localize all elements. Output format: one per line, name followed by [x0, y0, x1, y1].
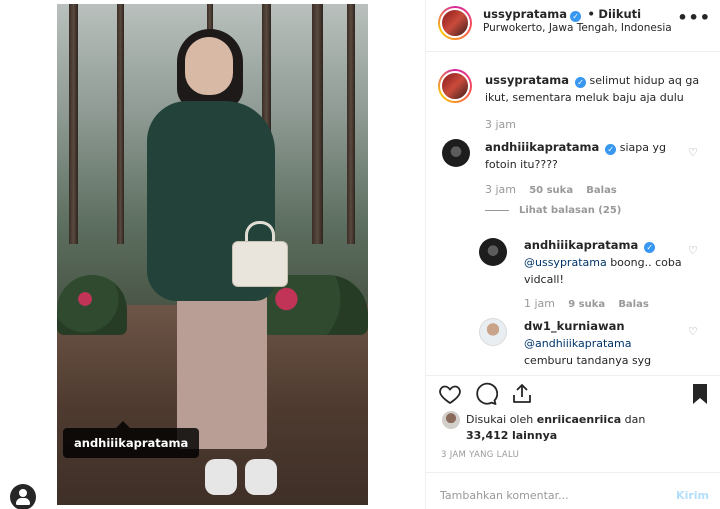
tree-trunk — [347, 4, 355, 244]
skirt — [177, 279, 267, 449]
replies-line — [485, 209, 509, 211]
send-comment-button[interactable]: Kirim — [676, 489, 709, 502]
add-comment-bar: Tambahkan komentar... Kirim — [426, 472, 720, 509]
reply-username[interactable]: andhiiikapratama — [524, 238, 638, 252]
post-details-panel: ussypratama ✓ • Diikuti Purwokerto, Jawa … — [425, 0, 720, 509]
post-timestamp[interactable]: 3 JAM YANG LALU — [441, 450, 519, 460]
like-heart-icon[interactable] — [438, 382, 462, 406]
tagged-users-icon[interactable] — [10, 484, 36, 509]
flower-bush — [57, 275, 127, 335]
bookmark-icon[interactable] — [688, 382, 712, 406]
caption: ussypratama ✓ selimut hidup aq ga ikut, s… — [485, 72, 715, 106]
verified-badge-icon: ✓ — [575, 77, 587, 88]
reply-likes-count[interactable]: 9 suka — [568, 299, 605, 310]
shoe — [245, 459, 277, 495]
liker-username[interactable]: enriicaenriica — [537, 413, 621, 426]
likes-suffix[interactable]: lainnya — [512, 429, 557, 442]
comment-input[interactable]: Tambahkan komentar... — [440, 489, 569, 502]
likes-prefix: Disukai oleh — [466, 413, 534, 426]
likes-conjunction: dan — [624, 413, 646, 426]
share-icon[interactable] — [510, 382, 534, 406]
comment-time[interactable]: 3 jam — [485, 183, 516, 196]
author-avatar[interactable] — [438, 6, 472, 40]
reply-text: cemburu tandanya syg — [524, 354, 652, 367]
comment-avatar[interactable] — [442, 139, 470, 167]
reply-like-icon[interactable]: ♡ — [688, 326, 699, 337]
comment-meta: 3 jam 50 suka Balas — [485, 183, 617, 196]
reply-username[interactable]: dw1_kurniawan — [524, 319, 625, 333]
more-options-icon[interactable]: ••• — [677, 8, 711, 27]
caption-time[interactable]: 3 jam — [485, 118, 516, 131]
action-bar — [426, 375, 720, 411]
reply: andhiiikapratama ✓ @ussypratama boong.. c… — [524, 237, 684, 288]
verified-badge-icon: ✓ — [605, 144, 617, 155]
liker-avatar[interactable] — [442, 411, 460, 429]
separator-dot: • — [587, 7, 595, 21]
comments-list[interactable]: ussypratama ✓ selimut hidup aq ga ikut, s… — [426, 53, 720, 375]
view-replies-label: Lihat balasan (25) — [519, 205, 622, 216]
user-tag-label[interactable]: andhiiikapratama — [63, 428, 200, 458]
caption-username[interactable]: ussypratama — [485, 73, 569, 87]
reply-avatar[interactable] — [479, 318, 507, 346]
likes-summary: Disukai oleh enriicaenriica dan 33,412 l… — [466, 412, 645, 444]
follow-status-button[interactable]: Diikuti — [598, 7, 641, 21]
author-line: ussypratama ✓ • Diikuti — [483, 7, 641, 22]
reply: dw1_kurniawan @andhiiikapratama cemburu … — [524, 318, 684, 369]
comment: andhiiikapratama ✓ siapa yg fotoin itu???… — [485, 139, 685, 173]
reply-time[interactable]: 1 jam — [524, 297, 555, 310]
shoe — [205, 459, 237, 495]
caption-avatar[interactable] — [438, 69, 472, 103]
handbag — [232, 241, 288, 287]
post-header: ussypratama ✓ • Diikuti Purwokerto, Jawa … — [426, 0, 720, 52]
author-username[interactable]: ussypratama — [483, 7, 567, 21]
comment-likes-count[interactable]: 50 suka — [529, 185, 573, 196]
likes-count[interactable]: 33,412 — [466, 429, 508, 442]
tree-trunk — [117, 4, 124, 244]
location-link[interactable]: Purwokerto, Jawa Tengah, Indonesia — [483, 22, 672, 34]
reply-like-icon[interactable]: ♡ — [688, 245, 699, 256]
tree-trunk — [69, 4, 78, 244]
face — [185, 37, 233, 95]
verified-badge-icon: ✓ — [570, 11, 582, 22]
tag-pointer — [116, 421, 130, 428]
tree-trunk — [312, 4, 323, 244]
verified-badge-icon: ✓ — [644, 242, 656, 253]
comment-like-icon[interactable]: ♡ — [688, 147, 699, 158]
reply-avatar[interactable] — [479, 238, 507, 266]
view-replies-button[interactable]: Lihat balasan (25) — [485, 205, 621, 216]
comment-bubble-icon[interactable] — [474, 382, 498, 406]
reply-button[interactable]: Balas — [586, 185, 617, 196]
comment-username[interactable]: andhiiikapratama — [485, 140, 599, 154]
reply-meta: 1 jam 9 suka Balas — [524, 297, 649, 310]
reply-button[interactable]: Balas — [618, 299, 649, 310]
post-media-panel: andhiiikapratama — [0, 0, 425, 509]
reply-mention-link[interactable]: @ussypratama — [524, 256, 607, 269]
reply-mention-link[interactable]: @andhiiikapratama — [524, 337, 632, 350]
